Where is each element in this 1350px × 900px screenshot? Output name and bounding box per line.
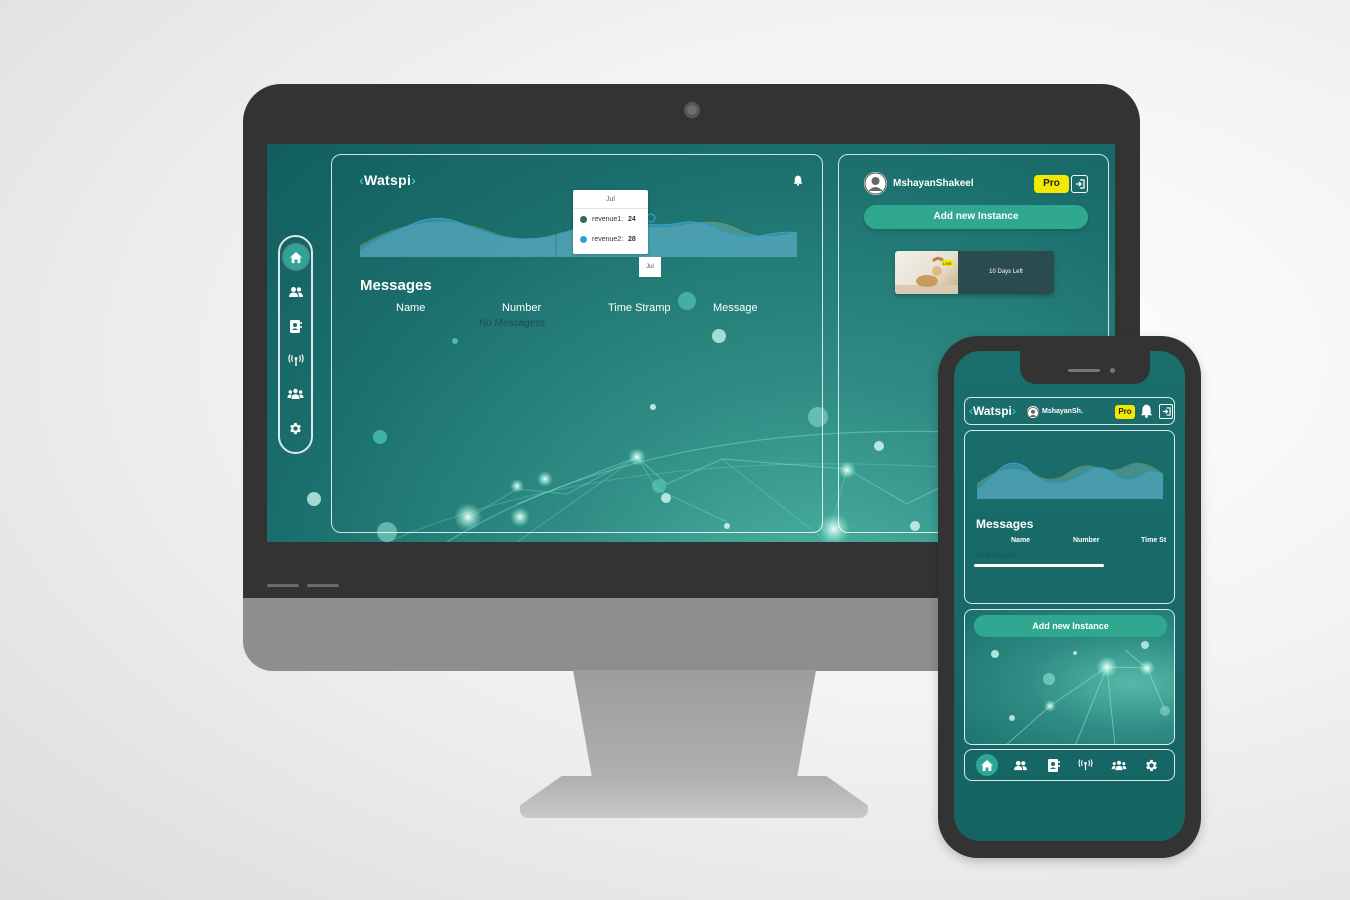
mobile-messages-title: Messages (976, 517, 1034, 531)
chart-tooltip: Jul revenue1: 24 revenue2: 28 (573, 190, 648, 254)
mobile-nav-users[interactable] (1009, 754, 1031, 776)
series-dot-revenue2 (580, 235, 587, 243)
logout-icon (1162, 407, 1171, 416)
mobile-horizontal-scrollbar[interactable] (974, 564, 1104, 567)
pro-badge: Pro (1034, 175, 1069, 193)
tooltip-label: revenue2: (592, 235, 624, 243)
tooltip-value: 28 (628, 235, 636, 243)
mobile-pro-badge: Pro (1115, 405, 1135, 419)
mobile-screen: ‹Watspi› MshayanSh. Pro Messages Name Nu… (954, 351, 1185, 841)
column-header-timestamp: Time Stramp (608, 302, 671, 314)
antenna-icon (1078, 759, 1093, 771)
settings-icon (1146, 759, 1157, 771)
phone-notch (1020, 351, 1150, 384)
monitor-stand-neck (573, 670, 816, 780)
tooltip-row-revenue2: revenue2: 28 (573, 229, 648, 249)
instance-thumbnail: LIVE (895, 251, 958, 294)
column-header-message: Message (713, 302, 758, 314)
webcam (684, 102, 700, 118)
instance-days-left: 10 Days Left (989, 269, 1023, 275)
mobile-phone: ‹Watspi› MshayanSh. Pro Messages Name Nu… (938, 336, 1201, 858)
series-dot-revenue1 (580, 215, 587, 223)
group-icon (1111, 760, 1127, 770)
mobile-bottom-nav (964, 749, 1175, 781)
logout-icon (1075, 179, 1085, 189)
mobile-avatar[interactable] (1027, 406, 1039, 418)
mobile-add-instance-button[interactable]: Add new Instance (974, 615, 1167, 637)
user-avatar-icon (864, 172, 887, 195)
mobile-logout-button[interactable] (1159, 404, 1173, 419)
column-header-number: Number (502, 302, 542, 314)
home-icon (289, 251, 302, 263)
mobile-nav-settings[interactable] (1141, 754, 1163, 776)
mobile-column-number: Number (1073, 537, 1100, 544)
app-logo[interactable]: ‹Watspi› (359, 172, 416, 188)
sidebar-item-broadcast[interactable] (284, 349, 308, 371)
x-axis-tag: Jul (639, 257, 661, 277)
bell-icon (1140, 404, 1153, 418)
mobile-nav-groups[interactable] (1108, 754, 1130, 776)
add-instance-button[interactable]: Add new Instance (864, 205, 1088, 229)
mobile-column-timestamp: Time St (1141, 537, 1167, 544)
bell-icon (793, 175, 803, 186)
empty-messages-text: No Messagess (479, 318, 546, 329)
tooltip-value: 24 (628, 215, 636, 223)
user-avatar-icon (1027, 407, 1039, 418)
notification-button[interactable] (793, 173, 803, 191)
mobile-top-bar: ‹Watspi› MshayanSh. Pro (964, 397, 1175, 425)
mobile-empty-messages: No Messagess (976, 553, 1016, 559)
mobile-notification-button[interactable] (1140, 404, 1153, 423)
contacts-icon (290, 319, 302, 333)
column-header-name: Name (396, 302, 426, 314)
sidebar-item-contacts[interactable] (284, 315, 308, 337)
avatar[interactable] (864, 172, 887, 195)
bezel-indicator (267, 584, 339, 587)
tooltip-label: revenue1: (592, 215, 624, 223)
mobile-user-name: MshayanSh. (1042, 408, 1083, 415)
monitor-stand-base (520, 776, 868, 818)
contacts-icon (1047, 758, 1060, 772)
home-icon (981, 759, 994, 771)
mobile-column-name: Name (1011, 537, 1031, 544)
settings-icon (290, 422, 301, 434)
tooltip-row-revenue1: revenue1: 24 (573, 209, 648, 229)
instance-image: LIVE (895, 256, 958, 294)
sidebar-nav (278, 235, 313, 454)
sidebar-item-settings[interactable] (284, 417, 308, 439)
mobile-nav-contacts[interactable] (1042, 754, 1064, 776)
sidebar-item-groups[interactable] (284, 383, 308, 405)
messages-title: Messages (360, 277, 432, 294)
sidebar-item-users[interactable] (284, 281, 308, 303)
mobile-dashboard-card: Messages Name Number Time St No Messages… (964, 430, 1175, 604)
logout-button[interactable] (1071, 175, 1088, 193)
messages-table-header: Name Number Time Stramp Message (360, 302, 800, 316)
mobile-instance-card: Add new Instance (964, 609, 1175, 745)
sidebar-item-home[interactable] (283, 245, 308, 269)
users-icon (288, 287, 303, 297)
antenna-icon (287, 353, 304, 366)
mobile-app-logo[interactable]: ‹Watspi› (969, 404, 1016, 418)
dashboard-panel: ‹Watspi› Jul revenue1: 24 revenue2: 28 J… (331, 154, 823, 533)
tooltip-title: Jul (573, 190, 648, 209)
mobile-revenue-chart (977, 461, 1163, 499)
mobile-nav-broadcast[interactable] (1075, 754, 1097, 776)
mobile-nav-home[interactable] (976, 754, 999, 776)
instance-card[interactable]: LIVE 10 Days Left (895, 251, 1054, 294)
user-name: MshayanShakeel (893, 178, 974, 189)
users-icon (1013, 760, 1027, 770)
instance-live-badge: LIVE (943, 261, 952, 266)
group-icon (287, 388, 304, 399)
